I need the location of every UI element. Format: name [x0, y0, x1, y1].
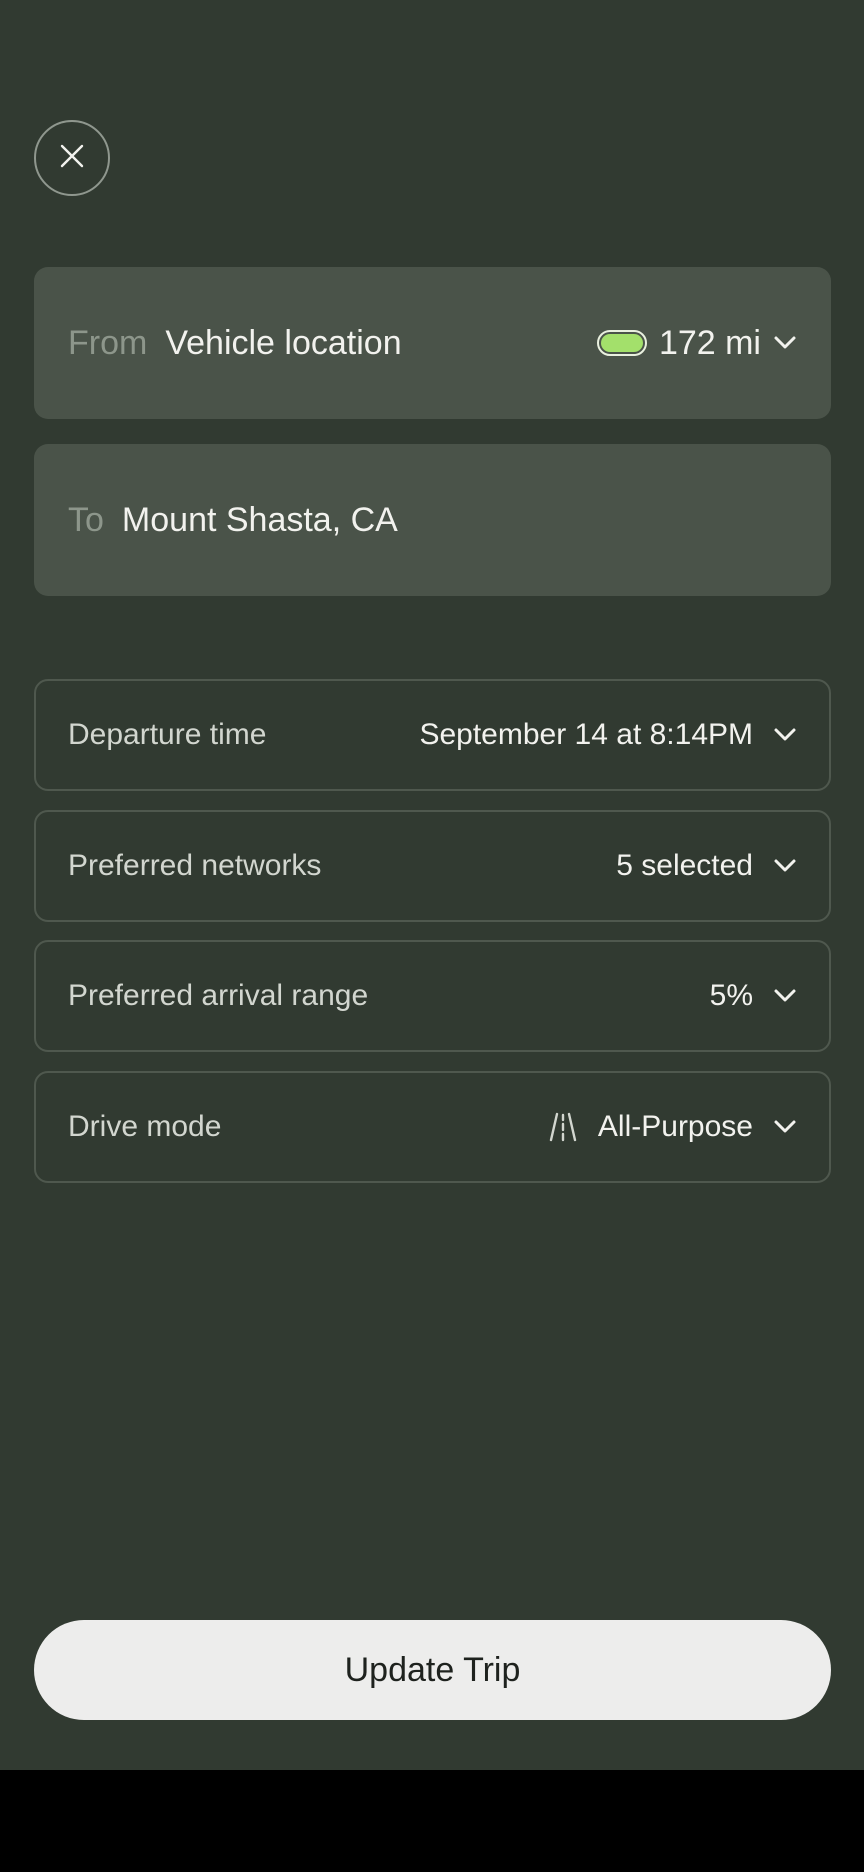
- option-value: All-Purpose: [597, 1110, 753, 1143]
- from-label: From: [68, 323, 148, 362]
- arrival-range-option[interactable]: Preferred arrival range 5%: [34, 940, 831, 1052]
- system-bottom-bar: [0, 1770, 864, 1872]
- option-label: Drive mode: [68, 1110, 222, 1143]
- range-value: 172 mi: [658, 323, 761, 362]
- to-label: To: [68, 500, 104, 539]
- battery-icon: [596, 330, 647, 356]
- close-button[interactable]: [34, 120, 110, 196]
- close-icon: [60, 144, 84, 173]
- from-field[interactable]: From Vehicle location 172 mi: [34, 267, 831, 419]
- road-icon: [548, 1112, 578, 1142]
- option-label: Preferred arrival range: [68, 979, 369, 1012]
- option-value: 5%: [709, 979, 753, 1012]
- departure-time-option[interactable]: Departure time September 14 at 8:14PM: [34, 679, 831, 791]
- update-trip-button[interactable]: Update Trip: [34, 1620, 831, 1720]
- chevron-down-icon: [773, 335, 797, 351]
- option-label: Departure time: [68, 718, 267, 751]
- range-dropdown[interactable]: 172 mi: [596, 323, 797, 363]
- to-value: Mount Shasta, CA: [121, 500, 398, 539]
- option-label: Preferred networks: [68, 849, 322, 882]
- trip-planner-screen: From Vehicle location 172 mi To Mount Sh…: [0, 0, 864, 1770]
- drive-mode-option[interactable]: Drive mode All-Purpose: [34, 1071, 831, 1183]
- option-value: September 14 at 8:14PM: [419, 718, 753, 751]
- chevron-down-icon: [773, 988, 797, 1004]
- to-field[interactable]: To Mount Shasta, CA: [34, 444, 831, 596]
- chevron-down-icon: [773, 858, 797, 874]
- chevron-down-icon: [773, 1119, 797, 1135]
- from-value: Vehicle location: [165, 323, 402, 362]
- preferred-networks-option[interactable]: Preferred networks 5 selected: [34, 810, 831, 922]
- option-value: 5 selected: [616, 849, 753, 882]
- chevron-down-icon: [773, 727, 797, 743]
